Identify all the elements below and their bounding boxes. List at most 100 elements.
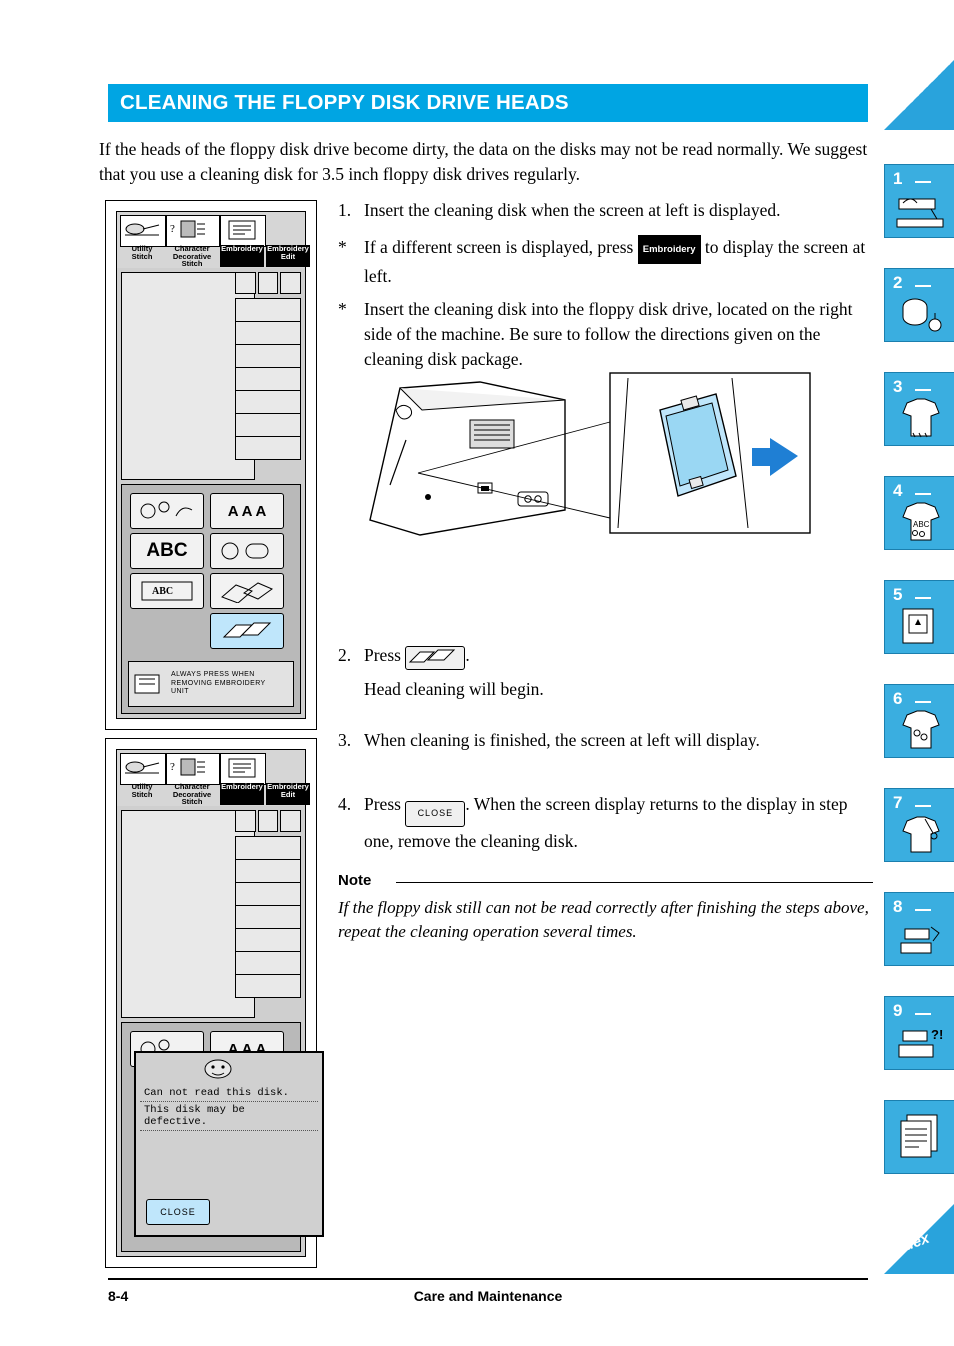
- bobbin-thread-icon: [902, 298, 942, 332]
- svg-text:ABC: ABC: [152, 586, 173, 597]
- chapter-dash: [915, 805, 931, 807]
- monogram-icon: ABC: [141, 581, 193, 601]
- tab-icon-embroidery-2[interactable]: [220, 753, 266, 785]
- maintenance-icon: [900, 926, 940, 954]
- lcd-icon-3[interactable]: [280, 272, 302, 294]
- chapter-dash: [915, 597, 931, 599]
- step-2-pre: Press: [364, 645, 401, 665]
- floppy-disk-button-icon[interactable]: [405, 646, 466, 670]
- menu-button-floppy-disk[interactable]: [210, 613, 284, 649]
- step-3-text: When cleaning is finished, the screen at…: [364, 730, 760, 750]
- tab-icon-embroidery[interactable]: [220, 215, 266, 247]
- troubleshooting-icon: ?!: [898, 1027, 943, 1058]
- chapter-dash: [915, 701, 931, 703]
- lcd-body-top: A A A ABC ABC ALWAYS PRESS WHEN REMOVING…: [117, 268, 305, 718]
- bullet-2-text: Insert the cleaning disk into the floppy…: [364, 299, 853, 369]
- tab-icon-utility-stitch-2[interactable]: [120, 753, 166, 785]
- screenshot-frame-top: Utility Stitch ? Character Decorative Stitc…: [105, 200, 317, 730]
- lcd-screen-top: Utility Stitch ? Character Decorative Stitc…: [116, 211, 310, 719]
- lcd-icon-row[interactable]: [235, 272, 302, 294]
- shirt-icon: [902, 398, 940, 438]
- lcd-body-bottom: A A A Can not read this disk. This disk: [117, 806, 324, 1256]
- lcd-settings-row[interactable]: [235, 390, 301, 413]
- step-2-line2: Head cleaning will begin.: [364, 679, 544, 699]
- step-2-post: .: [465, 645, 470, 665]
- lcd-settings-row[interactable]: [235, 321, 301, 344]
- frame-shapes-icon: [221, 542, 269, 560]
- sidebar-item-appendix[interactable]: [884, 1100, 954, 1174]
- flower-pattern-icon: [140, 501, 193, 519]
- bullet-1-pre: If a different screen is displayed, pres…: [364, 237, 634, 257]
- lcd-icon-1[interactable]: [235, 810, 256, 832]
- lcd-settings-row[interactable]: [235, 974, 301, 998]
- sidebar-item-chapter-3[interactable]: 3: [884, 372, 954, 446]
- close-button-icon[interactable]: CLOSE: [405, 801, 466, 827]
- menu-button-card[interactable]: [210, 573, 284, 609]
- menu-button-monogram[interactable]: ABC: [130, 573, 204, 609]
- lcd-settings-row[interactable]: [235, 836, 301, 859]
- dialog-close-label: CLOSE: [160, 1207, 196, 1217]
- lcd-settings-row[interactable]: [235, 367, 301, 390]
- lcd-settings-row[interactable]: [235, 859, 301, 882]
- sewing-machine-icon: [896, 198, 944, 228]
- sidebar-item-chapter-8[interactable]: 8: [884, 892, 954, 966]
- floppy-disk-icon: [222, 622, 272, 638]
- sidebar-item-chapter-2[interactable]: 2: [884, 268, 954, 342]
- lcd-settings-row[interactable]: [235, 882, 301, 905]
- svg-text:ABC: ABC: [913, 520, 930, 529]
- lcd-icon-2[interactable]: [257, 810, 279, 832]
- sidebar-item-chapter-6[interactable]: 6: [884, 684, 954, 758]
- lcd-icon-1[interactable]: [235, 272, 256, 294]
- page-title: CLEANING THE FLOPPY DISK DRIVE HEADS: [120, 91, 569, 114]
- sidebar-item-index[interactable]: Index: [884, 1204, 954, 1274]
- always-press-label: ALWAYS PRESS WHEN REMOVING EMBROIDERY UN…: [171, 671, 266, 696]
- step-2: 2. Press . Head cleaning will begin.: [338, 642, 873, 703]
- utility-stitch-icon: [125, 223, 160, 236]
- lcd-icon-row-2[interactable]: [235, 810, 302, 832]
- lcd-settings-row[interactable]: [235, 928, 301, 951]
- menu-button-embroidery-patterns[interactable]: [130, 493, 204, 529]
- embroidery-key-icon[interactable]: Embroidery: [637, 235, 701, 264]
- menu-button-abc[interactable]: ABC: [130, 533, 204, 569]
- chapter-dash: [915, 493, 931, 495]
- bullet-1-mark: *: [338, 237, 347, 257]
- tab-icon-embroidery-edit[interactable]: [266, 215, 310, 245]
- tab-icon-embroidery-edit-2[interactable]: [266, 753, 310, 783]
- lcd-settings-row[interactable]: [235, 413, 301, 436]
- tab-icon-utility-stitch[interactable]: [120, 215, 166, 247]
- lcd-settings-row[interactable]: [235, 298, 301, 321]
- bullet-2-mark: *: [338, 299, 347, 319]
- sidebar-item-chapter-7[interactable]: 7: [884, 788, 954, 862]
- step-3-number: 3.: [338, 730, 352, 750]
- dialog-close-button[interactable]: CLOSE: [146, 1199, 210, 1225]
- tab-icon-character-decorative-stitch-2[interactable]: ?: [166, 753, 220, 785]
- lcd-settings-row[interactable]: [235, 951, 301, 974]
- sidebar-item-chapter-9[interactable]: 9 ?!: [884, 996, 954, 1070]
- footer-divider: [108, 1278, 868, 1280]
- always-press-button[interactable]: ALWAYS PRESS WHEN REMOVING EMBROIDERY UN…: [128, 661, 294, 707]
- lcd-settings-row[interactable]: [235, 344, 301, 367]
- tab-label-embroidery-edit-2: Embroidery Edit: [266, 783, 310, 805]
- machine-illustration: [360, 370, 815, 555]
- lcd-tab-bar-bottom: Utility Stitch ? Character Decorative Stitc…: [117, 750, 310, 806]
- lcd-settings-row[interactable]: [235, 436, 301, 460]
- sidebar-item-chapter-1[interactable]: 1: [884, 164, 954, 238]
- tab-icon-character-decorative-stitch[interactable]: ?: [166, 215, 220, 247]
- lcd-settings-list[interactable]: [235, 298, 301, 460]
- lcd-icon-2[interactable]: [257, 272, 279, 294]
- lcd-settings-row[interactable]: [235, 905, 301, 928]
- sidebar-item-chapter-5[interactable]: 5: [884, 580, 954, 654]
- note-divider: [396, 882, 873, 883]
- lcd-icon-3[interactable]: [280, 810, 302, 832]
- embroidery-unit-icon: [134, 674, 160, 694]
- menu-button-alphabet[interactable]: A A A: [210, 493, 284, 529]
- step-2-number: 2.: [338, 645, 352, 665]
- note-block: Note If the floppy disk still can not be…: [338, 872, 873, 944]
- bullet-1-text: If a different screen is displayed, pres…: [364, 235, 873, 289]
- chapter-dash: [915, 1013, 931, 1015]
- note-body: If the floppy disk still can not be read…: [338, 898, 869, 941]
- sidebar-item-chapter-4[interactable]: 4 ABC: [884, 476, 954, 550]
- sidebar-item-contents[interactable]: CONTENTS: [884, 60, 954, 130]
- lcd-settings-list-2[interactable]: [235, 836, 301, 998]
- menu-button-frames[interactable]: [210, 533, 284, 569]
